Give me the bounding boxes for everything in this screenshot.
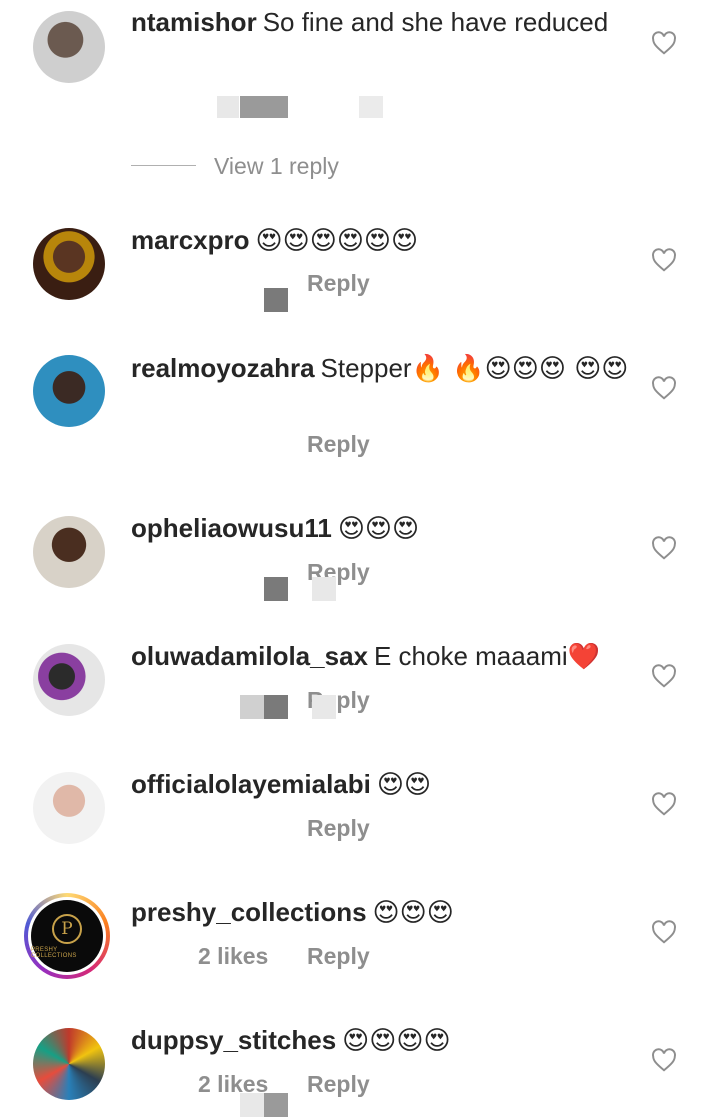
likes-count[interactable]: 2 likes [198,943,268,970]
logo-letter: P [52,913,82,944]
avatar-story-ring[interactable]: P PRESHY COLLECTIONS [24,893,110,979]
avatar[interactable] [33,772,105,844]
heart-outline-icon[interactable] [651,248,677,272]
comment-body: So fine and she have reduced [262,7,609,37]
username-link[interactable]: marcxpro [131,225,250,255]
comment-emojis: 😍😍😍 [372,898,454,928]
comment-emojis: 😍😍😍😍😍😍 [255,226,419,256]
blurred-region [264,1093,288,1117]
heart-outline-icon[interactable] [651,376,677,400]
divider-line [131,165,196,166]
comment-body: E choke maaami [373,641,568,671]
comment-text: opheliaowusu11 😍😍😍 [131,512,631,546]
blurred-region [217,96,239,118]
blurred-region [359,96,383,118]
comment-text: preshy_collections 😍😍😍 [131,896,631,930]
blurred-region [264,288,288,312]
heart-outline-icon[interactable] [651,792,677,816]
comment-text: ntamishor So fine and she have reduced [131,6,631,39]
reply-button[interactable]: Reply [307,270,370,297]
heart-outline-icon[interactable] [651,536,677,560]
avatar[interactable] [33,228,105,300]
blurred-region [240,695,264,719]
username-link[interactable]: officialolayemialabi [131,769,371,799]
view-replies-label: View 1 reply [214,153,339,179]
comment-emojis: 😍😍 [376,770,432,800]
avatar[interactable] [33,355,105,427]
comment-text: oluwadamilola_sax E choke maaami❤️ [131,640,631,674]
comment-emojis: ❤️ [567,642,601,672]
reply-button[interactable]: Reply [307,943,370,970]
comment-text: realmoyozahra Stepper🔥 🔥😍😍😍 😍😍 [131,352,631,386]
blurred-region [312,577,336,601]
avatar-ring-gap: P PRESHY COLLECTIONS [28,897,106,975]
username-link[interactable]: opheliaowusu11 [131,513,332,543]
reply-button[interactable]: Reply [307,815,370,842]
comment-text: marcxpro 😍😍😍😍😍😍 [131,224,631,258]
comment-feed: ntamishor So fine and she have reduced Vi… [0,0,720,1120]
username-link[interactable]: realmoyozahra [131,353,315,383]
blurred-region [312,695,336,719]
blurred-region [264,695,288,719]
username-link[interactable]: ntamishor [131,7,257,37]
username-link[interactable]: oluwadamilola_sax [131,641,368,671]
blurred-region [240,1093,264,1117]
heart-outline-icon[interactable] [651,31,677,55]
avatar[interactable] [33,516,105,588]
comment-emojis: 😍😍😍😍 [342,1026,451,1056]
logo-text: PRESHY COLLECTIONS [31,946,77,959]
heart-outline-icon[interactable] [651,1048,677,1072]
reply-button[interactable]: Reply [307,431,370,458]
heart-outline-icon[interactable] [651,920,677,944]
blurred-region [264,577,288,601]
comment-body: Stepper [320,353,412,383]
reply-button[interactable]: Reply [307,1071,370,1098]
comment-emojis: 🔥 🔥😍😍😍 😍😍 [411,354,629,384]
comment-text: duppsy_stitches 😍😍😍😍 [131,1024,631,1058]
username-link[interactable]: duppsy_stitches [131,1025,336,1055]
blurred-region [240,96,288,118]
avatar[interactable] [33,11,105,83]
avatar[interactable] [33,644,105,716]
comment-text: officialolayemialabi 😍😍 [131,768,631,802]
heart-outline-icon[interactable] [651,664,677,688]
username-link[interactable]: preshy_collections [131,897,367,927]
comment-emojis: 😍😍😍 [337,514,420,544]
avatar[interactable] [33,1028,105,1100]
brand-logo: P PRESHY COLLECTIONS [31,900,103,972]
